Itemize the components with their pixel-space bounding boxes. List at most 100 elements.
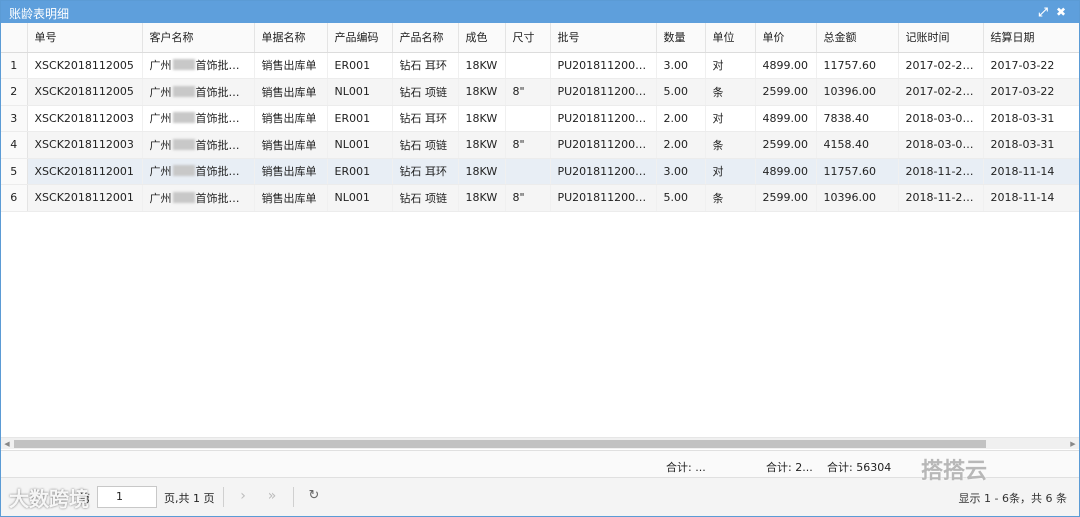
- column-header[interactable]: 产品编码: [327, 23, 393, 53]
- table-row[interactable]: 5 XSCK2018112001 广州 首饰批发行 销售出库单 ER001 钻石 耳环 18K…: [1, 158, 1079, 185]
- cell-product[interactable]: 钻石 项链: [392, 184, 459, 212]
- cell-qty[interactable]: 3.00: [656, 52, 706, 79]
- table-row[interactable]: 4 XSCK2018112003 广州 首饰批发行 销售出库单 NL001 钻石 项链 18K…: [1, 131, 1079, 159]
- cell-size[interactable]: 8": [505, 131, 551, 159]
- cell-batch[interactable]: PU20181120002: [550, 131, 657, 159]
- customer-cell[interactable]: 广州 首饰批发行: [142, 131, 255, 159]
- cell-unit[interactable]: 对: [705, 158, 756, 185]
- close-icon[interactable]: ✖: [1053, 4, 1069, 20]
- column-header[interactable]: 单号: [27, 23, 143, 53]
- cell-order-no[interactable]: XSCK2018112005: [27, 52, 143, 79]
- cell-quality[interactable]: 18KW: [458, 184, 506, 212]
- cell-unit[interactable]: 对: [705, 105, 756, 132]
- customer-cell[interactable]: 广州 首饰批发行: [142, 105, 255, 132]
- double-chevron-right-icon[interactable]: »: [260, 485, 284, 509]
- cell-posted[interactable]: 2018-03-01...: [898, 105, 984, 132]
- page-number-input[interactable]: 1: [97, 486, 157, 508]
- cell-doc[interactable]: 销售出库单: [254, 158, 328, 185]
- maximize-icon[interactable]: ⤢: [1035, 4, 1051, 20]
- column-header[interactable]: 单据名称: [254, 23, 328, 53]
- cell-qty[interactable]: 5.00: [656, 184, 706, 212]
- customer-cell[interactable]: 广州 首饰批发行: [142, 52, 255, 79]
- cell-posted[interactable]: 2017-02-20...: [898, 52, 984, 79]
- cell-size[interactable]: [505, 52, 551, 79]
- cell-quality[interactable]: 18KW: [458, 158, 506, 185]
- cell-size[interactable]: 8": [505, 78, 551, 106]
- cell-qty[interactable]: 2.00: [656, 131, 706, 159]
- triangle-right-icon[interactable]: ▶: [1067, 439, 1079, 449]
- refresh-icon[interactable]: ↻: [302, 485, 326, 509]
- cell-product[interactable]: 钻石 耳环: [392, 158, 459, 185]
- column-header[interactable]: 尺寸: [505, 23, 551, 53]
- cell-size[interactable]: [505, 158, 551, 185]
- cell-product[interactable]: 钻石 项链: [392, 78, 459, 106]
- cell-posted[interactable]: 2017-02-20...: [898, 78, 984, 106]
- cell-price[interactable]: 2599.00: [755, 78, 817, 106]
- cell-product[interactable]: 钻石 耳环: [392, 105, 459, 132]
- cell-total[interactable]: 4158.40: [816, 131, 899, 159]
- cell-quality[interactable]: 18KW: [458, 52, 506, 79]
- column-header[interactable]: 产品名称: [392, 23, 459, 53]
- cell-price[interactable]: 2599.00: [755, 131, 817, 159]
- column-header[interactable]: 成色: [458, 23, 506, 53]
- cell-code[interactable]: NL001: [327, 131, 393, 159]
- column-header[interactable]: 数量: [656, 23, 706, 53]
- column-header[interactable]: 批号: [550, 23, 657, 53]
- cell-quality[interactable]: 18KW: [458, 78, 506, 106]
- cell-settle[interactable]: 2018-03-31: [983, 131, 1079, 159]
- cell-batch[interactable]: PU20181120004: [550, 52, 657, 79]
- cell-doc[interactable]: 销售出库单: [254, 105, 328, 132]
- cell-doc[interactable]: 销售出库单: [254, 131, 328, 159]
- cell-settle[interactable]: 2018-11-14: [983, 158, 1079, 185]
- horizontal-scrollbar[interactable]: ◀ ▶: [1, 437, 1079, 449]
- cell-total[interactable]: 11757.60: [816, 158, 899, 185]
- column-header[interactable]: 总金额: [816, 23, 899, 53]
- cell-qty[interactable]: 2.00: [656, 105, 706, 132]
- cell-product[interactable]: 钻石 项链: [392, 131, 459, 159]
- cell-unit[interactable]: 条: [705, 78, 756, 106]
- column-header[interactable]: 记账时间: [898, 23, 984, 53]
- triangle-left-icon[interactable]: ◀: [1, 439, 13, 449]
- table-row[interactable]: 2 XSCK2018112005 广州 首饰批发行 销售出库单 NL001 钻石 项链 18K…: [1, 78, 1079, 106]
- cell-code[interactable]: NL001: [327, 78, 393, 106]
- customer-cell[interactable]: 广州 首饰批发行: [142, 158, 255, 185]
- cell-posted[interactable]: 2018-11-20...: [898, 158, 984, 185]
- cell-total[interactable]: 11757.60: [816, 52, 899, 79]
- chevron-right-icon[interactable]: ›: [231, 485, 255, 509]
- cell-code[interactable]: ER001: [327, 105, 393, 132]
- cell-posted[interactable]: 2018-03-01...: [898, 131, 984, 159]
- table-row[interactable]: 6 XSCK2018112001 广州 首饰批发行 销售出库单 NL001 钻石 项链 18K…: [1, 184, 1079, 212]
- cell-qty[interactable]: 5.00: [656, 78, 706, 106]
- cell-code[interactable]: ER001: [327, 52, 393, 79]
- cell-batch[interactable]: PU20181120002: [550, 184, 657, 212]
- cell-doc[interactable]: 销售出库单: [254, 52, 328, 79]
- cell-price[interactable]: 4899.00: [755, 158, 817, 185]
- cell-batch[interactable]: PU20181120004: [550, 105, 657, 132]
- cell-product[interactable]: 钻石 耳环: [392, 52, 459, 79]
- window-titlebar[interactable]: 账龄表明细 ⤢ ✖: [1, 1, 1079, 23]
- cell-order-no[interactable]: XSCK2018112001: [27, 184, 143, 212]
- scrollbar-thumb[interactable]: [14, 440, 986, 448]
- cell-settle[interactable]: 2018-03-31: [983, 105, 1079, 132]
- cell-size[interactable]: 8": [505, 184, 551, 212]
- cell-order-no[interactable]: XSCK2018112005: [27, 78, 143, 106]
- cell-batch[interactable]: PU20181120002: [550, 78, 657, 106]
- cell-code[interactable]: ER001: [327, 158, 393, 185]
- cell-settle[interactable]: 2017-03-22: [983, 78, 1079, 106]
- cell-order-no[interactable]: XSCK2018112003: [27, 131, 143, 159]
- cell-settle[interactable]: 2018-11-14: [983, 184, 1079, 212]
- customer-cell[interactable]: 广州 首饰批发行: [142, 184, 255, 212]
- cell-unit[interactable]: 条: [705, 131, 756, 159]
- cell-unit[interactable]: 对: [705, 52, 756, 79]
- cell-code[interactable]: NL001: [327, 184, 393, 212]
- cell-qty[interactable]: 3.00: [656, 158, 706, 185]
- column-header[interactable]: 结算日期: [983, 23, 1079, 53]
- cell-order-no[interactable]: XSCK2018112001: [27, 158, 143, 185]
- cell-quality[interactable]: 18KW: [458, 105, 506, 132]
- cell-doc[interactable]: 销售出库单: [254, 184, 328, 212]
- cell-total[interactable]: 10396.00: [816, 184, 899, 212]
- customer-cell[interactable]: 广州 首饰批发行: [142, 78, 255, 106]
- cell-total[interactable]: 7838.40: [816, 105, 899, 132]
- cell-price[interactable]: 4899.00: [755, 52, 817, 79]
- column-header[interactable]: 单价: [755, 23, 817, 53]
